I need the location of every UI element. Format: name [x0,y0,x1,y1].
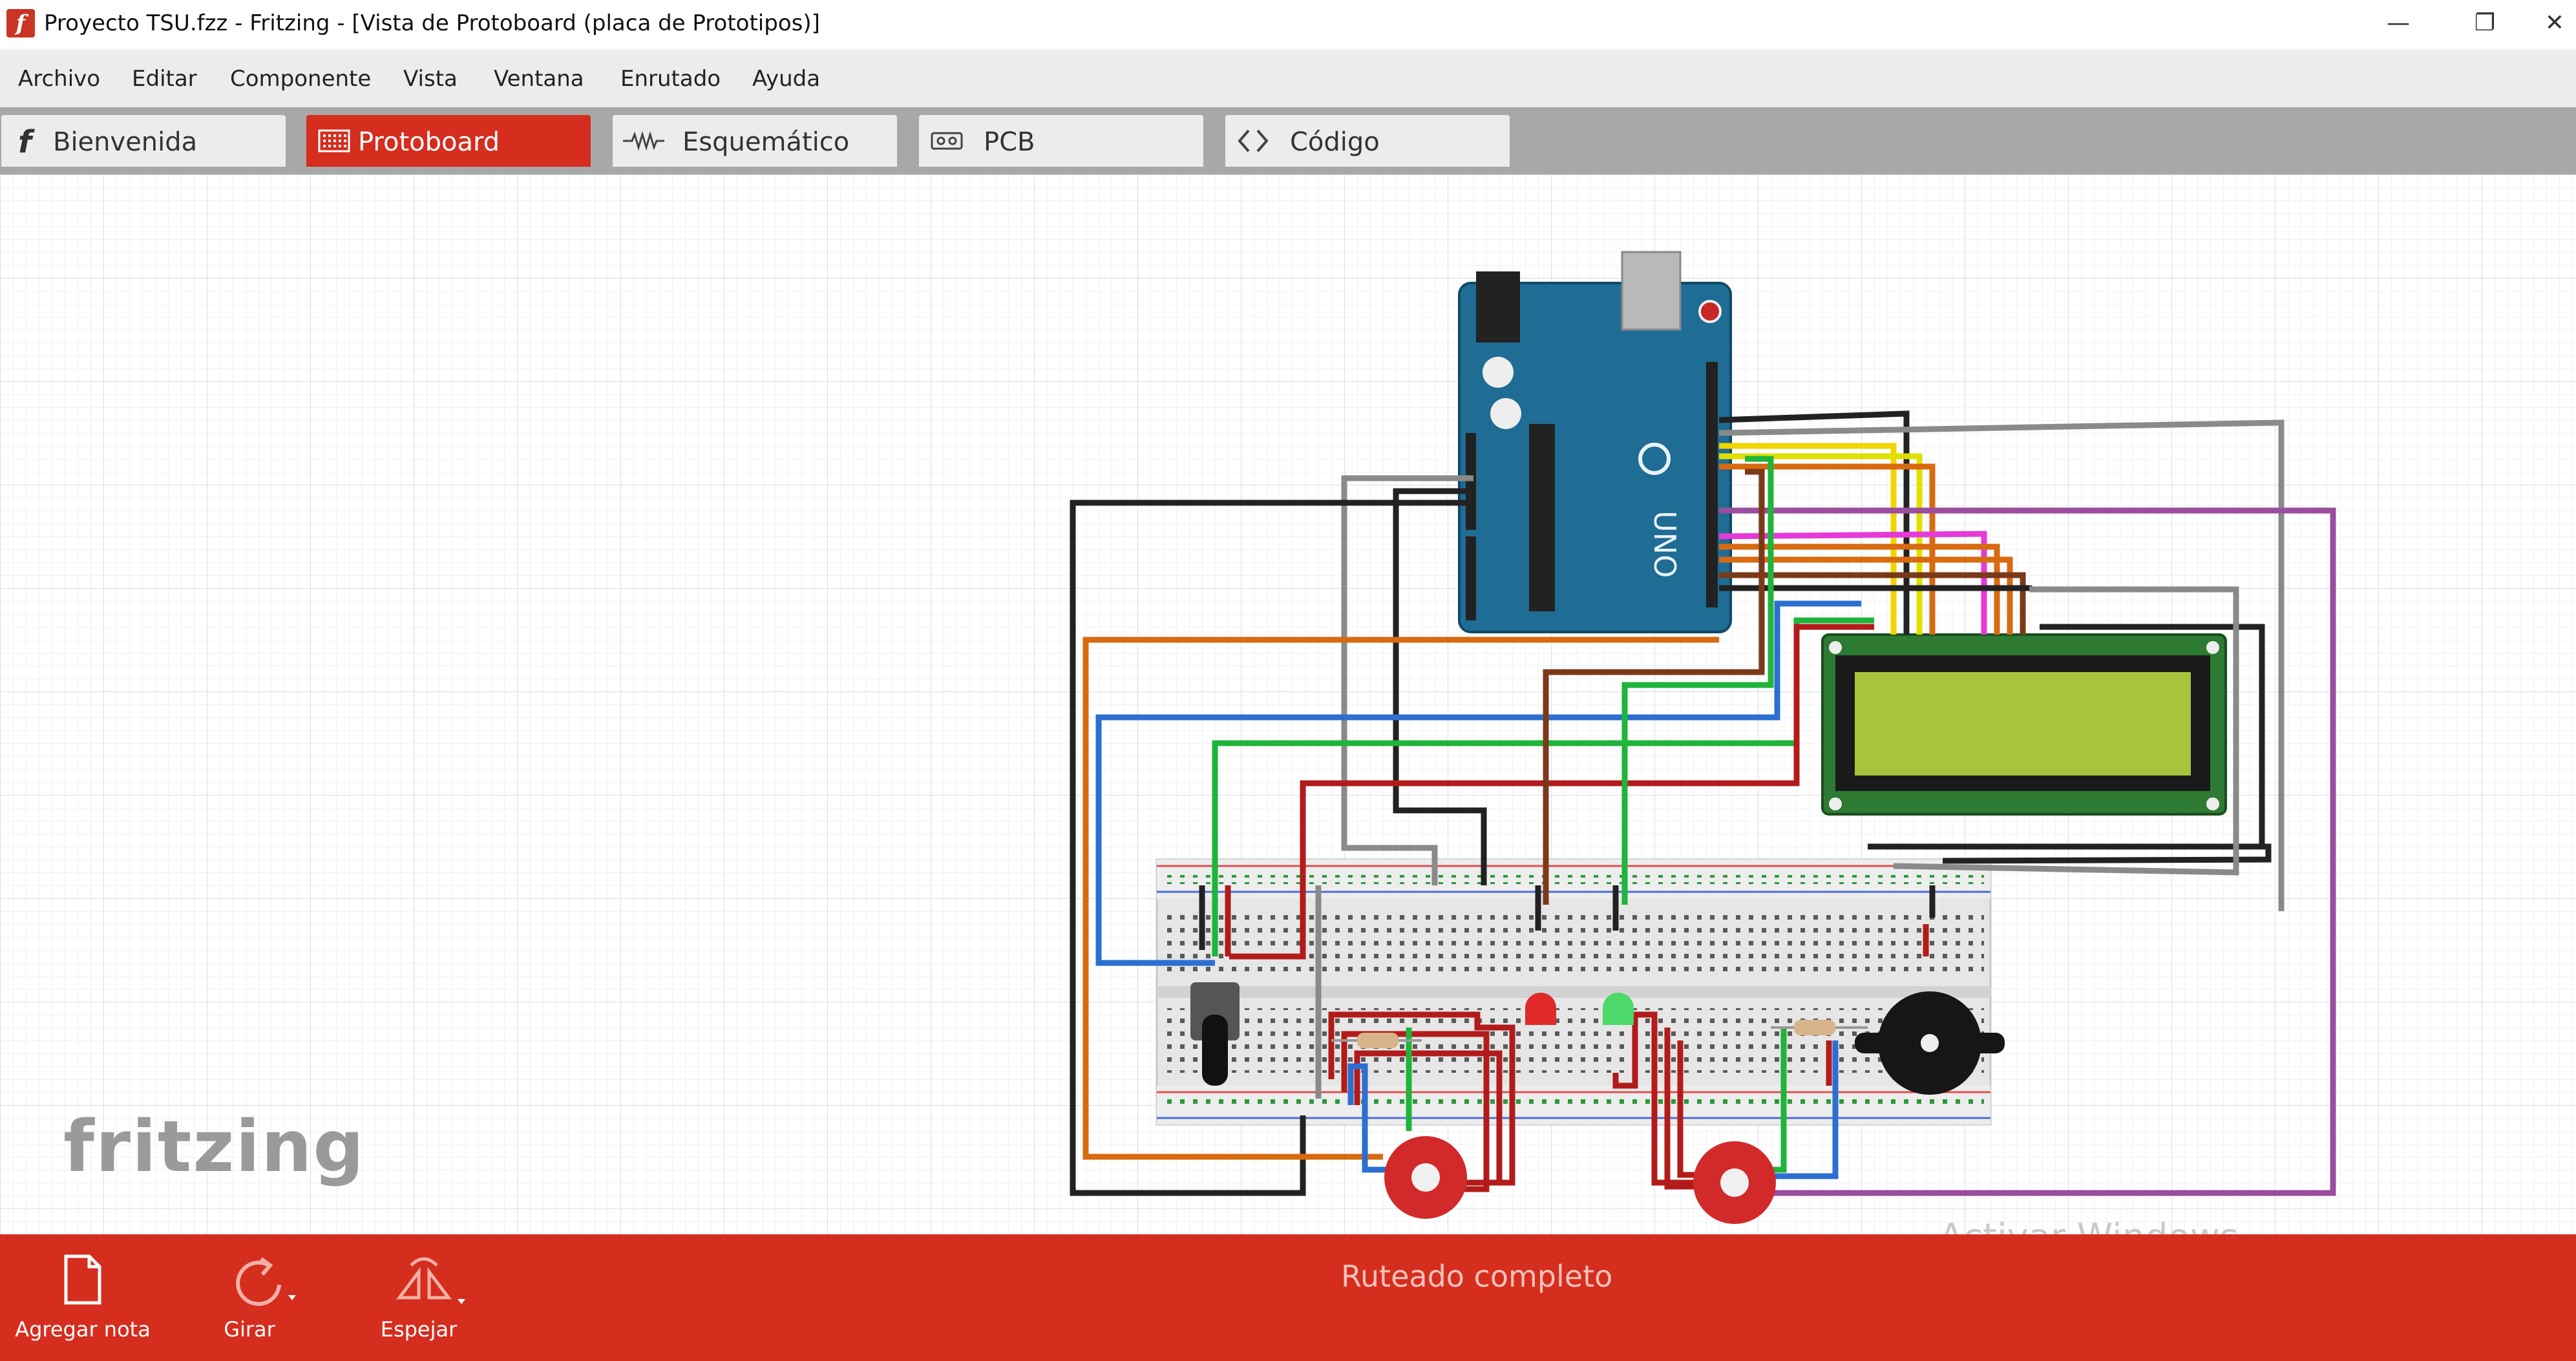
green-led[interactable] [1603,993,1634,1025]
svg-text:f: f [18,124,35,158]
breadboard-canvas[interactable]: UNO fritzing [0,174,2576,1258]
lcd-16x2[interactable] [1821,633,2227,816]
add-note-button[interactable]: Agregar nota [5,1246,160,1356]
minimize-button[interactable]: — [2363,0,2434,47]
rotate-button[interactable]: Girar [172,1246,327,1356]
arduino-uno-board[interactable]: UNO [1458,251,1732,633]
tab-bienvenida[interactable]: f Bienvenida [1,115,286,167]
tab-codigo[interactable]: Código [1225,115,1510,167]
menu-enrutado[interactable]: Enrutado [620,50,721,107]
tab-label: Bienvenida [53,127,198,157]
routing-status: Ruteado completo [1341,1259,1613,1294]
sensor[interactable] [1384,1136,1467,1219]
note-icon [64,1254,101,1305]
tab-protoboard[interactable]: Protoboard [306,115,591,167]
tab-label: Código [1290,127,1380,157]
circuit-drawing: UNO [1070,251,2336,1224]
menu-archivo[interactable]: Archivo [18,50,100,107]
menu-ventana[interactable]: Ventana [494,50,584,107]
restore-button[interactable]: ❐ [2449,0,2520,47]
close-button[interactable]: ✕ [2533,0,2576,47]
menu-editar[interactable]: Editar [132,50,197,107]
fritzing-app-icon: f [6,9,35,37]
fritzing-f-icon: f [18,124,35,158]
mirror-label: Espejar [380,1317,458,1342]
tab-esquematico[interactable]: Esquemático [613,115,897,167]
red-led[interactable] [1525,993,1556,1025]
mirror-button[interactable]: Espejar [341,1246,496,1356]
tab-label: PCB [984,127,1035,157]
sensor[interactable] [1693,1141,1776,1224]
breadboard-icon [318,129,350,153]
pcb-icon [931,132,963,150]
bottom-toolbar: Agregar nota Girar Espejar Ruteado compl… [0,1234,2576,1361]
title-bar: f Proyecto TSU.fzz - Fritzing - [Vista d… [0,0,2576,50]
mirror-icon [396,1257,465,1304]
menu-ayuda[interactable]: Ayuda [752,50,820,107]
resistor-icon [623,131,664,151]
menu-componente[interactable]: Componente [230,50,371,107]
breadboard[interactable] [1156,858,1992,1126]
window-title: Proyecto TSU.fzz - Fritzing - [Vista de … [44,10,820,36]
menu-bar: Archivo Editar Componente Vista Ventana … [0,50,2576,107]
fritzing-watermark: fritzing [63,1105,366,1188]
add-note-label: Agregar nota [15,1317,151,1342]
code-icon [1238,129,1269,153]
arduino-label: UNO [1647,511,1682,578]
tab-pcb[interactable]: PCB [919,115,1203,167]
rotate-label: Girar [224,1317,275,1342]
rotate-icon [236,1257,296,1306]
menu-vista[interactable]: Vista [403,50,458,107]
tab-label: Protoboard [358,127,500,157]
view-tab-bar: f Bienvenida Protoboard Esquemático PCB … [0,107,2576,174]
tab-label: Esquemático [682,127,850,157]
